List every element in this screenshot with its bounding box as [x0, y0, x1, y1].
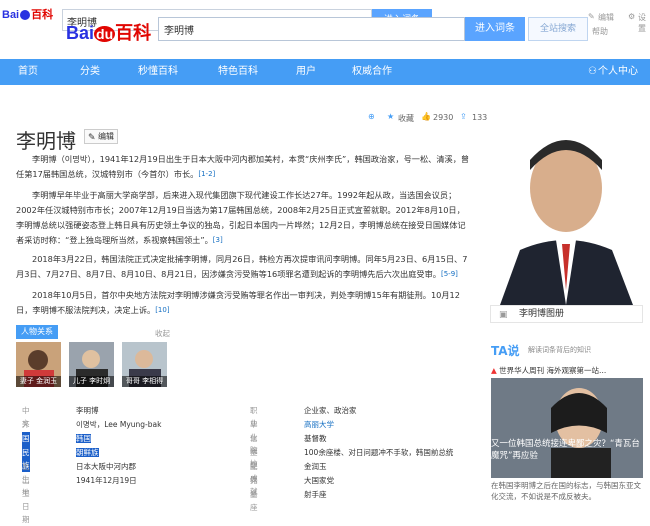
edit-button[interactable]: ✎ 编辑 [84, 129, 118, 144]
photo-album-link[interactable]: ▣ 李明博图册 [490, 305, 643, 323]
logo-big-text: Bai [66, 23, 95, 43]
info-value: 1941年12月19日 [76, 476, 137, 485]
ref-link[interactable]: [1-2] [198, 170, 215, 178]
ta-subtitle: 解读词条背后的知识 [528, 346, 591, 354]
relation-card-brother[interactable]: 哥哥 李相得 [122, 342, 167, 387]
collect-label[interactable]: 收藏 [398, 113, 414, 124]
nav-item-partners[interactable]: 权威合作 [352, 59, 392, 85]
nav-item-home[interactable]: 首页 [18, 59, 38, 85]
paragraph-3: 2018年3月22日，韩国法院正式决定批捕李明博，同月26日，韩检方再次提审讯问… [16, 252, 472, 282]
paragraph-4: 2018年10月5日，首尔中央地方法院对李明博涉嫌贪污受贿等罪名作出一审判决，判… [16, 288, 472, 318]
header-help-link[interactable]: 帮助 [592, 26, 608, 37]
ta-article-summary: 在韩国李明博之后在国的标志，与韩国东亚文化交流，不如说是不成反被夫。 [491, 481, 641, 501]
edit-icon[interactable]: ✎ [588, 12, 595, 21]
edit-button-label: 编辑 [98, 132, 114, 141]
page-title: 李明博 [16, 129, 76, 153]
user-icon[interactable]: ⚇ [588, 59, 597, 85]
info-value: 基督教 [304, 434, 327, 443]
relation-label: 妻子 金润玉 [16, 376, 61, 387]
paragraph-1: 李明博（이명박），1941年12月19日出生于日本大阪中河内郡加美村，本贯“庆州… [16, 152, 472, 182]
paragraph-2-text: 李明博早年毕业于高丽大学商学部，后来进入现代集团旗下现代建设工作长达27年。19… [16, 190, 466, 245]
portrait-image [490, 120, 643, 305]
relation-label: 哥哥 李相得 [122, 376, 167, 387]
star-icon[interactable]: ★ [387, 112, 394, 121]
info-value: 大国家党 [304, 476, 334, 485]
top-header: Bai百科 李明博 进入词条 Baidu百科 李明博 进入词条 全站搜索 ✎ 编… [0, 0, 650, 56]
info-value: 企业家、政治家 [304, 406, 357, 415]
ref-link[interactable]: [10] [155, 306, 169, 314]
paragraph-4-text: 2018年10月5日，首尔中央地方法院对李明博涉嫌贪污受贿等罪名作出一审判决，判… [16, 290, 460, 315]
info-value: 100余座楼、对日问题冲不手软，韩国前总统 [304, 448, 454, 457]
nav-item-category[interactable]: 分类 [80, 59, 100, 85]
share-icon[interactable]: ⇪ [460, 112, 467, 121]
info-value: 金润玉 [304, 462, 327, 471]
share-count: 133 [472, 113, 488, 122]
paw-icon [20, 10, 31, 21]
portrait-photo[interactable] [490, 120, 643, 305]
add-icon[interactable]: ⊕ [368, 112, 375, 121]
paragraph-1-text: 李明博（이명박），1941年12月19日出生于日本大阪中河内郡加美村，本贯“庆州… [16, 154, 470, 179]
relation-card-wife[interactable]: 妻子 金润玉 [16, 342, 61, 387]
ta-article-title[interactable]: 又一位韩国总统接连卑鄙之灾？“青瓦台魔咒”再应验 [491, 438, 643, 462]
relations-title: 人物关系 [16, 325, 58, 339]
like-count: 2930 [433, 113, 454, 122]
nav-user-center[interactable]: 个人中心 [598, 59, 638, 85]
logo-big-baike: 百科 [115, 23, 152, 43]
ta-image [491, 378, 643, 478]
info-key: 星座 [250, 490, 258, 512]
info-link-university[interactable]: 高丽大学 [304, 420, 334, 429]
ref-link[interactable]: [3] [213, 236, 223, 244]
pencil-icon: ✎ [88, 133, 96, 143]
ta-article-image[interactable] [491, 378, 643, 478]
ta-news-item[interactable]: ▲ 世界华人周刊 海外观察第一站... [491, 365, 643, 376]
nav-item-featured[interactable]: 特色百科 [218, 59, 258, 85]
logo-du-badge: du [94, 26, 116, 42]
logo-text: Bai [2, 9, 20, 21]
thumbs-up-icon[interactable]: 👍 [421, 112, 431, 121]
main-nav: 首页 分类 秒懂百科 特色百科 用户 权威合作 ⚇ 个人中心 [0, 59, 650, 85]
info-value: 射手座 [304, 490, 327, 499]
paragraph-2: 李明博早年毕业于高丽大学商学部，后来进入现代集团旗下现代建设工作长达27年。19… [16, 188, 472, 248]
logo-text-baike: 百科 [31, 9, 54, 21]
relations-collapse[interactable]: 收起 [155, 328, 170, 339]
nav-item-miaodong[interactable]: 秒懂百科 [138, 59, 178, 85]
search-input[interactable]: 李明博 [158, 17, 465, 41]
ta-news-text: 世界华人周刊 海外观察第一站... [499, 366, 607, 375]
paragraph-3-text: 2018年3月22日，韩国法院正式决定批捕李明博，同月26日，韩检方再次提审讯问… [16, 254, 468, 279]
global-search-button[interactable]: 全站搜索 [528, 17, 588, 41]
nav-item-users[interactable]: 用户 [296, 59, 316, 85]
relation-card-son[interactable]: 儿子 李时炯 [69, 342, 114, 387]
info-link-korea[interactable]: 韩国 [76, 434, 91, 443]
enter-entry-button[interactable]: 进入词条 [465, 17, 525, 41]
photo-album-label: 李明博图册 [519, 309, 565, 319]
relation-label: 儿子 李时炯 [69, 376, 114, 387]
header-settings-link[interactable]: 设置 [638, 12, 650, 34]
info-link-ethnicity[interactable]: 朝鲜族 [76, 448, 99, 457]
ref-link[interactable]: [5-9] [441, 270, 458, 278]
fire-icon: ▲ [491, 366, 497, 375]
info-value: 李明博 [76, 406, 99, 415]
ta-title: TA说 [491, 344, 520, 358]
info-value: 日本大阪中河内郡 [76, 462, 136, 471]
header-edit-link[interactable]: 编辑 [598, 12, 614, 23]
baidu-baike-logo[interactable]: Bai du 百科 [66, 19, 151, 45]
album-icon: ▣ [499, 310, 508, 320]
baidu-baike-logo-small[interactable]: Bai 百科 [2, 6, 53, 22]
info-value: 이명박，Lee Myung-bak [76, 420, 162, 429]
settings-icon[interactable]: ⚙ [628, 12, 635, 21]
info-key: 出生日期 [22, 476, 30, 524]
